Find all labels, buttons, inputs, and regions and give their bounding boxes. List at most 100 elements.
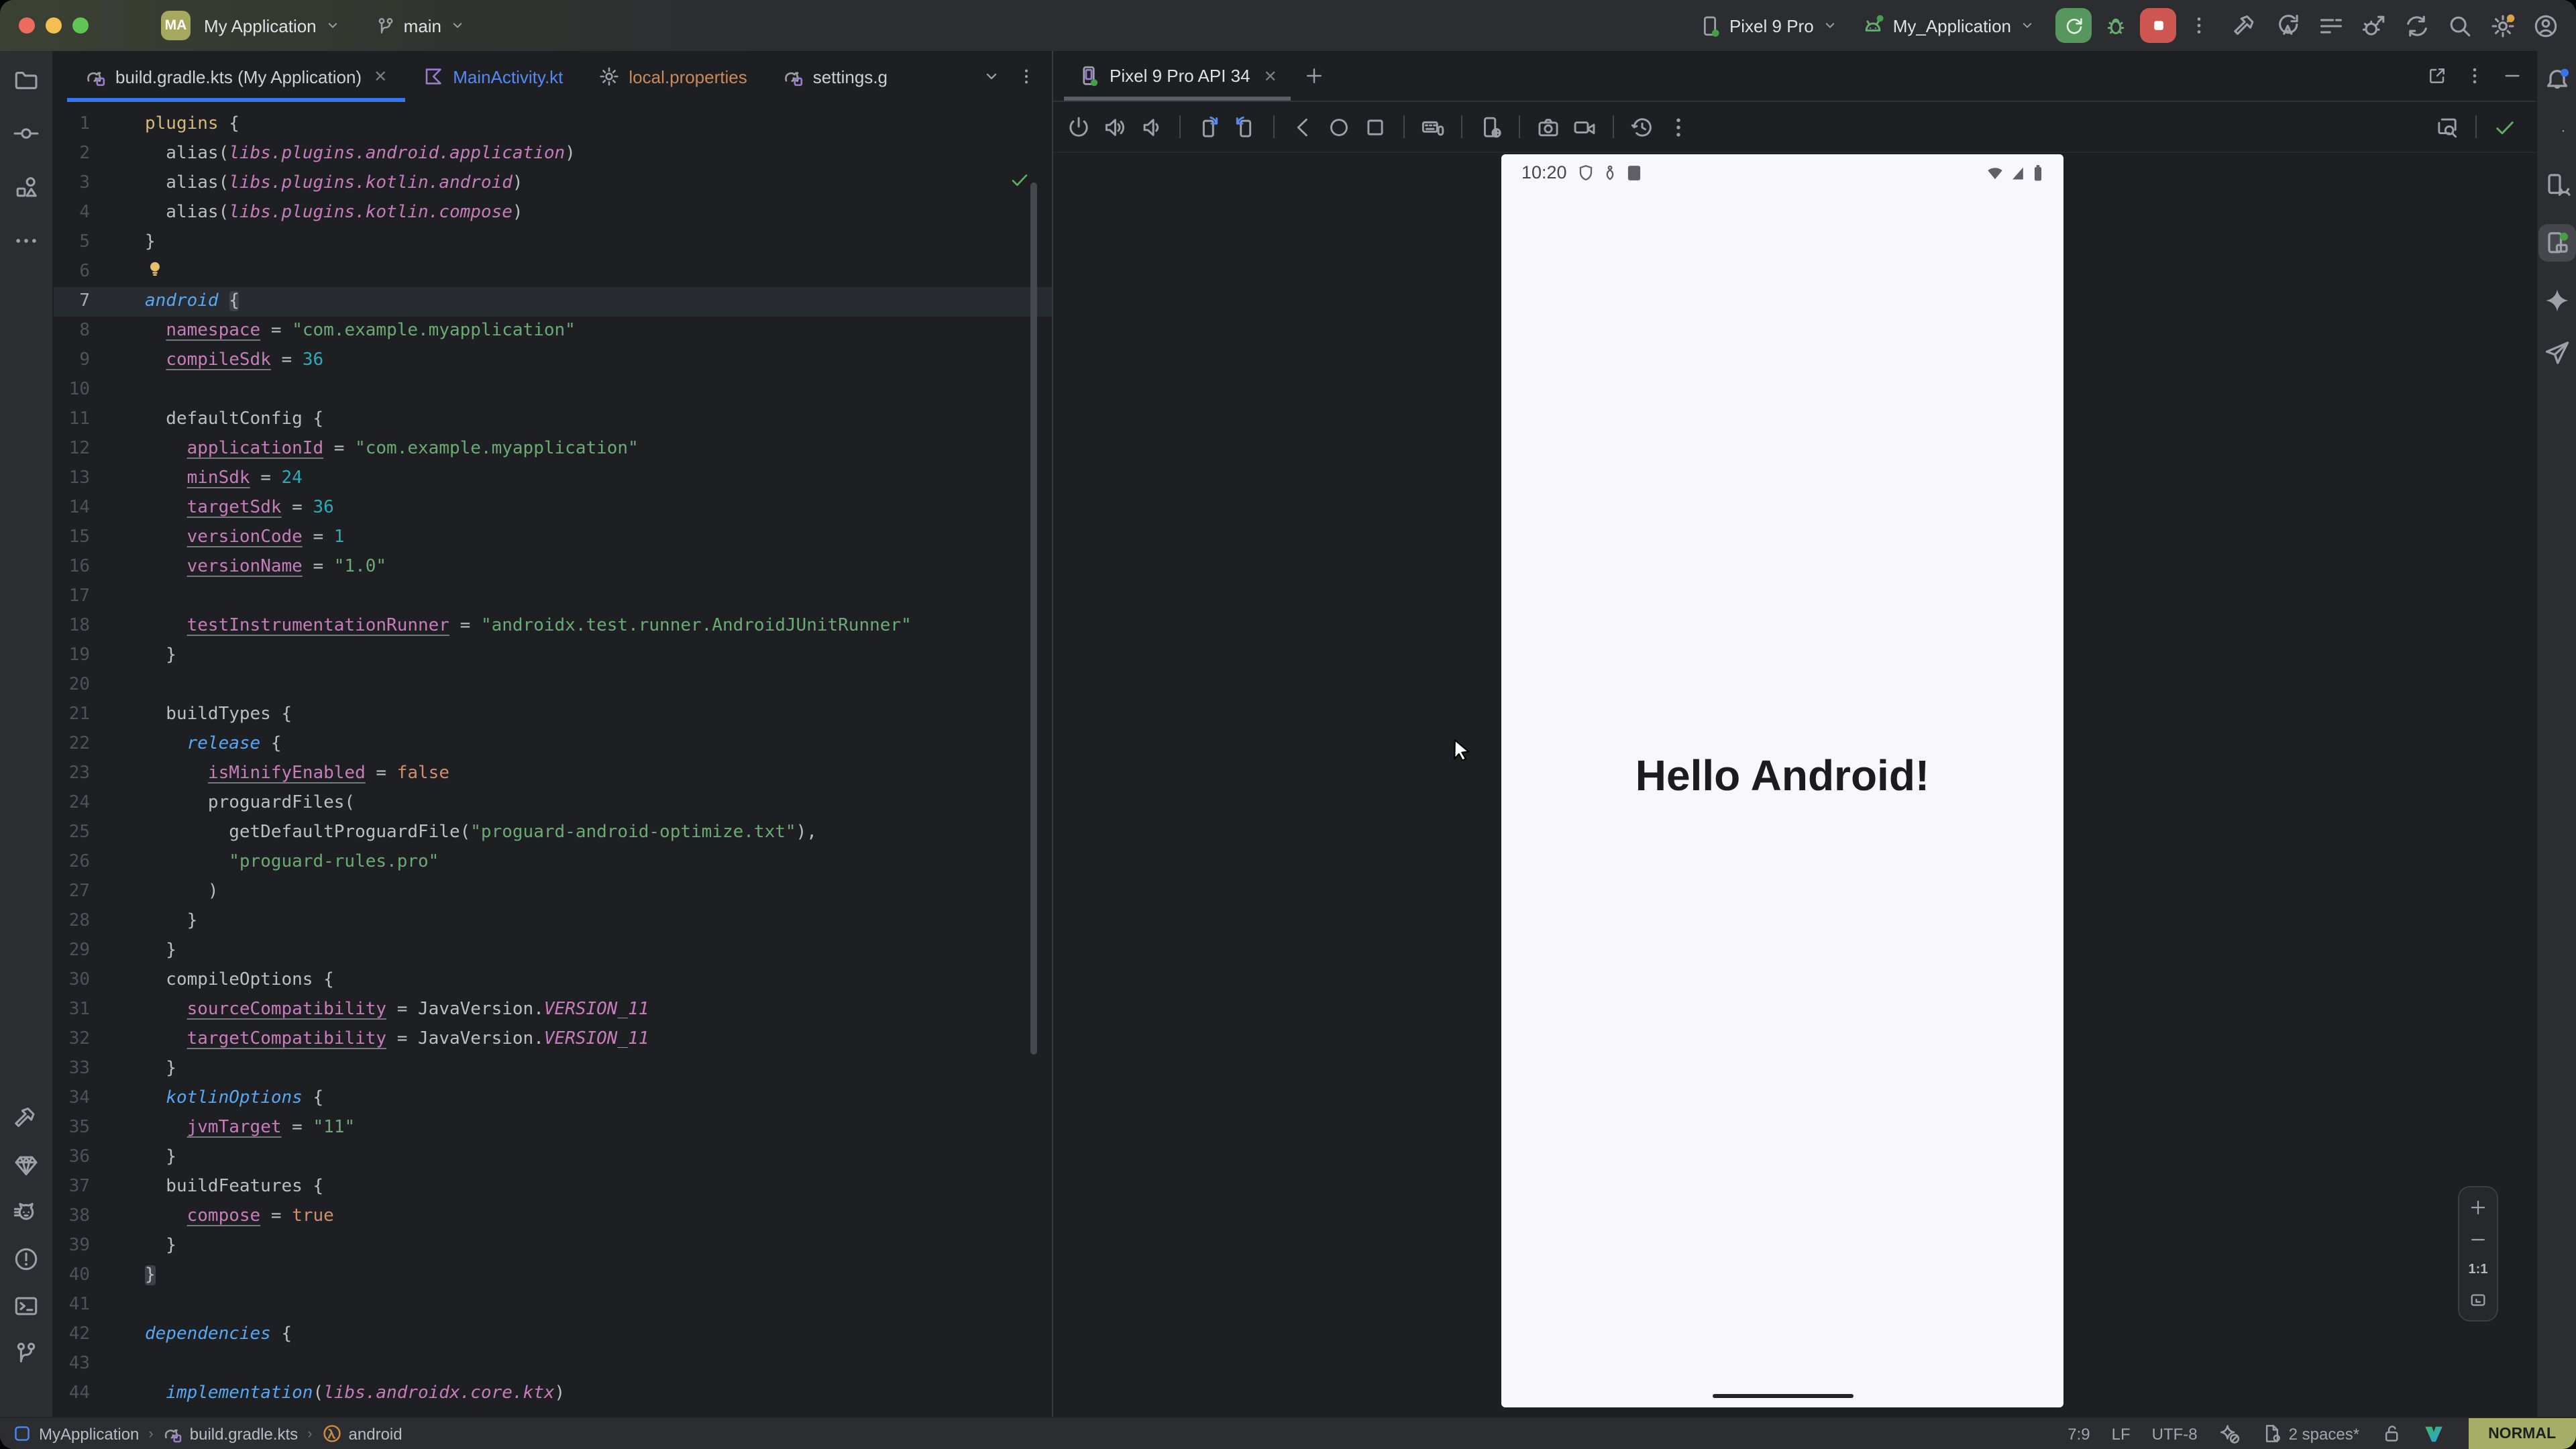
close-window-button[interactable] [19, 17, 35, 34]
line-number[interactable]: 29 [54, 936, 90, 966]
editor-scrollbar[interactable] [1030, 182, 1037, 1055]
code-line[interactable]: 40} [54, 1261, 1052, 1291]
tab-options-kebab-icon[interactable] [1017, 67, 1036, 86]
rotate-left-icon[interactable] [1197, 115, 1221, 139]
home-icon[interactable] [1327, 115, 1351, 139]
rerun-button[interactable] [2055, 8, 2092, 43]
overview-icon[interactable] [1363, 115, 1387, 139]
line-number[interactable]: 37 [54, 1173, 90, 1202]
line-number[interactable]: 32 [54, 1025, 90, 1055]
branch-selector[interactable]: main [376, 15, 466, 36]
line-number[interactable]: 42 [54, 1320, 90, 1350]
run-config-selector[interactable]: My_Application [1861, 13, 2035, 38]
line-number[interactable]: 10 [54, 376, 90, 405]
build-hammer-icon[interactable] [2233, 13, 2258, 38]
ideavim-icon[interactable] [2422, 1423, 2444, 1444]
volume-up-icon[interactable] [1103, 115, 1127, 139]
panel-options-kebab-icon[interactable] [2465, 66, 2485, 86]
snapshot-icon[interactable] [1630, 115, 1654, 139]
line-number[interactable]: 41 [54, 1291, 90, 1320]
terminal-icon[interactable] [13, 1293, 39, 1319]
line-number[interactable]: 27 [54, 877, 90, 907]
line-number[interactable]: 19 [54, 641, 90, 671]
code-line[interactable]: 44 implementation(libs.androidx.core.ktx… [54, 1379, 1052, 1409]
breadcrumb-item[interactable]: build.gradle.kts [163, 1424, 298, 1444]
code-line[interactable]: 33 } [54, 1055, 1052, 1084]
line-number[interactable]: 24 [54, 789, 90, 818]
encoding-indicator[interactable]: UTF-8 [2152, 1424, 2198, 1443]
problems-icon[interactable] [13, 1246, 39, 1272]
line-number[interactable]: 34 [54, 1084, 90, 1114]
line-number[interactable]: 14 [54, 494, 90, 523]
code-line[interactable]: 29 } [54, 936, 1052, 966]
line-number[interactable]: 11 [54, 405, 90, 435]
code-line[interactable]: 6 [54, 258, 1052, 287]
close-device-tab-icon[interactable]: ✕ [1264, 66, 1277, 85]
caret-position[interactable]: 7:9 [2068, 1424, 2090, 1443]
line-number[interactable]: 38 [54, 1202, 90, 1232]
device-manager-icon[interactable] [2543, 172, 2570, 199]
attach-debugger-icon[interactable] [2361, 13, 2387, 38]
code-line[interactable]: 13 minSdk = 24 [54, 464, 1052, 494]
code-line[interactable]: 18 testInstrumentationRunner = "androidx… [54, 612, 1052, 641]
line-number[interactable]: 23 [54, 759, 90, 789]
emulator-screen[interactable]: 10:20 A Hello Android! [1501, 154, 2063, 1407]
build-hammer-icon[interactable] [13, 1106, 39, 1131]
code-line[interactable]: 30 compileOptions { [54, 966, 1052, 996]
zoom-fit-button[interactable] [2469, 1291, 2487, 1309]
code-line[interactable]: 22 release { [54, 730, 1052, 759]
code-line[interactable]: 38 compose = true [54, 1202, 1052, 1232]
code-line[interactable]: 17 [54, 582, 1052, 612]
breadcrumb-item[interactable]: MyApplication [12, 1424, 139, 1444]
app-quality-insights-gem-icon[interactable] [13, 1152, 39, 1178]
line-number[interactable]: 15 [54, 523, 90, 553]
line-number[interactable]: 25 [54, 818, 90, 848]
rotate-right-icon[interactable] [1233, 115, 1257, 139]
code-line[interactable]: 23 isMinifyEnabled = false [54, 759, 1052, 789]
line-number[interactable]: 3 [54, 169, 90, 199]
line-number[interactable]: 40 [54, 1261, 90, 1291]
hide-panel-icon[interactable] [2502, 66, 2522, 86]
line-number[interactable]: 26 [54, 848, 90, 877]
readonly-toggle-icon[interactable] [2381, 1424, 2401, 1444]
code-line[interactable]: 37 buildFeatures { [54, 1173, 1052, 1202]
code-line[interactable]: 42dependencies { [54, 1320, 1052, 1350]
code-line[interactable]: 3 alias(libs.plugins.kotlin.android) [54, 169, 1052, 199]
line-number[interactable]: 21 [54, 700, 90, 730]
editor-tab[interactable]: settings.g [765, 51, 905, 102]
device-selector[interactable]: Pixel 9 Pro [1699, 14, 1838, 37]
notifications-bell-icon[interactable] [2543, 67, 2570, 94]
code-line[interactable]: 25 getDefaultProguardFile("proguard-andr… [54, 818, 1052, 848]
line-number[interactable]: 39 [54, 1232, 90, 1261]
open-in-window-icon[interactable] [2427, 66, 2447, 86]
hardware-input-icon[interactable] [1421, 115, 1445, 139]
device-settings-icon[interactable] [1479, 115, 1503, 139]
quickfix-bulb-icon[interactable] [145, 259, 165, 279]
kebab-icon[interactable] [1666, 115, 1690, 139]
line-number[interactable]: 36 [54, 1143, 90, 1173]
indent-indicator[interactable]: 2 spaces* [2262, 1424, 2359, 1444]
close-tab-icon[interactable]: ✕ [374, 67, 387, 86]
line-number[interactable]: 6 [54, 258, 90, 287]
line-number[interactable]: 20 [54, 671, 90, 700]
code-line[interactable]: 16 versionName = "1.0" [54, 553, 1052, 582]
volume-down-icon[interactable] [1139, 115, 1163, 139]
gradle-sync-icon[interactable] [2404, 13, 2430, 38]
line-number[interactable]: 12 [54, 435, 90, 464]
editor-tab[interactable]: build.gradle.kts (My Application)✕ [67, 51, 405, 102]
editor-tab[interactable]: local.properties [580, 51, 764, 102]
minimize-window-button[interactable] [46, 17, 62, 34]
code-line[interactable]: 1plugins { [54, 110, 1052, 140]
code-line[interactable]: 8 namespace = "com.example.myapplication… [54, 317, 1052, 346]
version-control-branch-icon[interactable] [13, 1340, 39, 1366]
line-number[interactable]: 22 [54, 730, 90, 759]
line-number[interactable]: 43 [54, 1350, 90, 1379]
line-number[interactable]: 17 [54, 582, 90, 612]
code-line[interactable]: 12 applicationId = "com.example.myapplic… [54, 435, 1052, 464]
camera-icon[interactable] [1536, 115, 1560, 139]
code-line[interactable]: 27 ) [54, 877, 1052, 907]
code-line[interactable]: 26 "proguard-rules.pro" [54, 848, 1052, 877]
code-line[interactable]: 5} [54, 228, 1052, 258]
running-devices-icon[interactable] [2538, 224, 2575, 262]
code-line[interactable]: 43 [54, 1350, 1052, 1379]
